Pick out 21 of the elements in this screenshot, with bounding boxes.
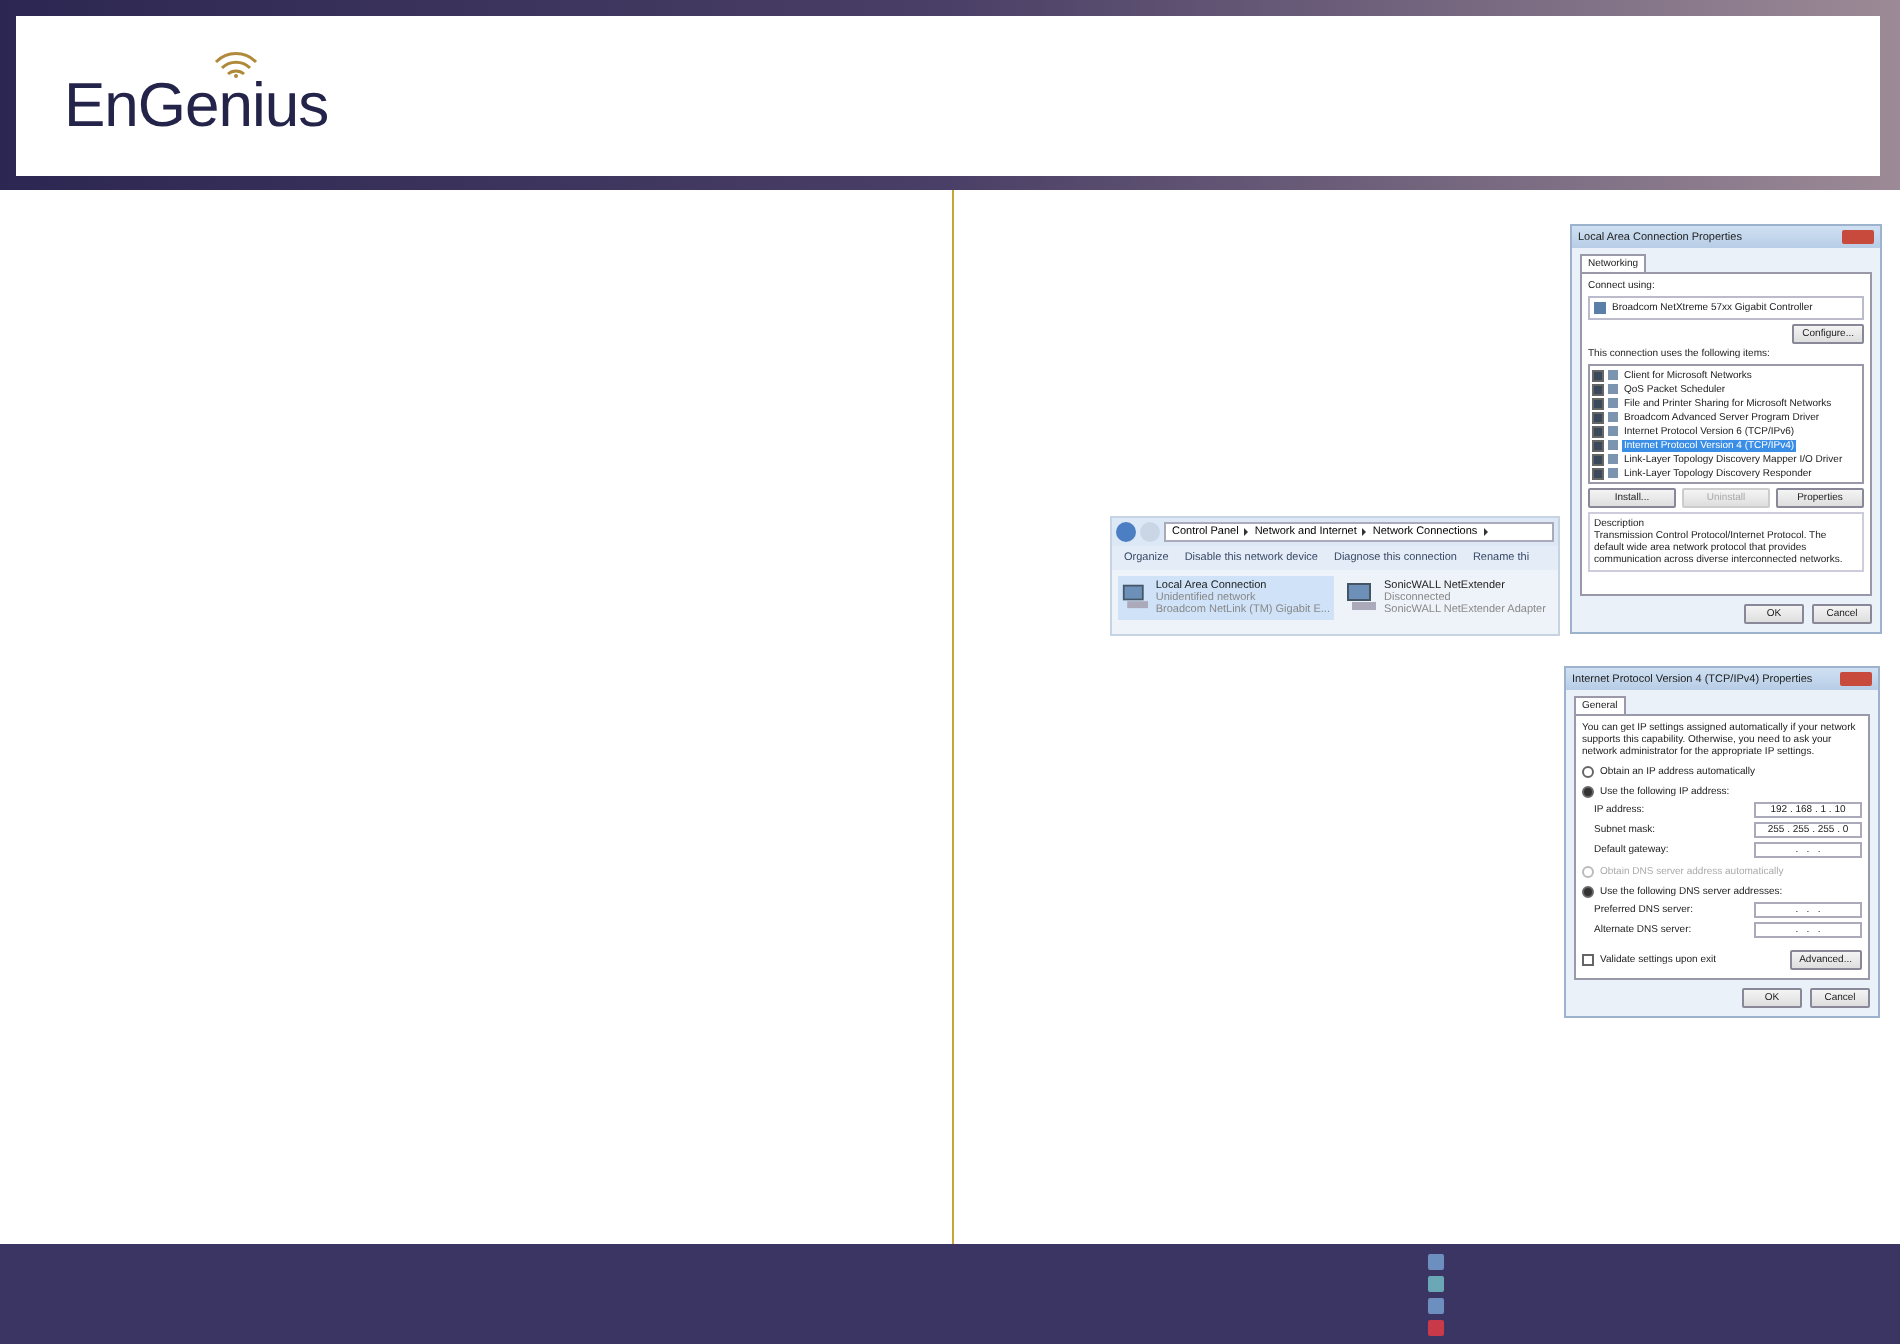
checkbox[interactable]	[1592, 369, 1604, 381]
checkbox[interactable]	[1592, 425, 1604, 437]
chevron-icon	[1244, 528, 1249, 536]
wifi-icon	[212, 50, 261, 78]
checkbox[interactable]	[1592, 411, 1604, 423]
computer-icon	[1346, 580, 1378, 612]
checkbox[interactable]	[1592, 397, 1604, 409]
radio-button[interactable]	[1582, 886, 1594, 898]
logo-text: EnGenius	[64, 70, 329, 142]
checkbox[interactable]	[1592, 453, 1604, 465]
radio-button[interactable]	[1582, 766, 1594, 778]
network-card-icon	[1594, 302, 1606, 314]
checkbox[interactable]	[1582, 954, 1594, 966]
checkbox[interactable]	[1592, 439, 1604, 451]
chevron-icon	[1483, 528, 1488, 536]
checkbox[interactable]	[1592, 383, 1604, 395]
radio-button[interactable]	[1582, 786, 1594, 798]
checkbox[interactable]	[1592, 467, 1604, 479]
chevron-icon	[1362, 528, 1367, 536]
back-button[interactable]	[1116, 522, 1136, 542]
computer-icon	[1122, 580, 1150, 612]
